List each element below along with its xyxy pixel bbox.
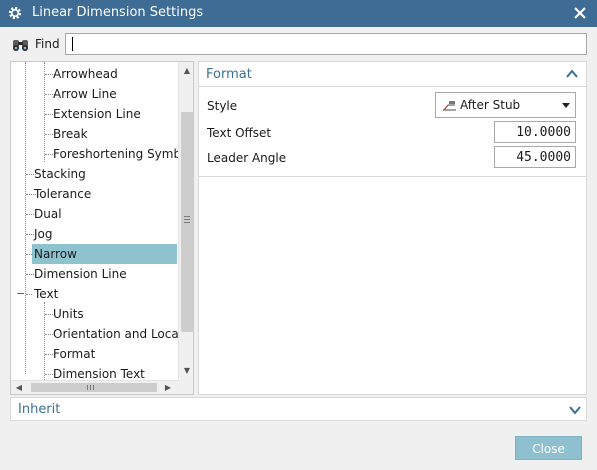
tree-item-extension-line[interactable]: Extension Line — [11, 104, 179, 124]
scroll-left-arrow-icon[interactable]: ◀ — [15, 384, 23, 392]
inherit-section-header[interactable]: Inherit — [10, 397, 587, 421]
format-section-title: Format — [206, 67, 252, 82]
tree-item-text[interactable]: − Text — [11, 284, 179, 304]
tree-item-tolerance[interactable]: Tolerance — [11, 184, 179, 204]
scrollbar-corner — [178, 380, 193, 394]
tree-item-jog[interactable]: Jog — [11, 224, 179, 244]
settings-tree[interactable]: Arrowhead Arrow Line Extension Line Brea… — [10, 61, 194, 395]
leader-angle-input[interactable] — [494, 146, 576, 168]
tree-horizontal-scrollbar[interactable]: ◀ ▶ — [11, 380, 178, 394]
tree-item-orientation-and-location[interactable]: Orientation and Location — [11, 324, 179, 344]
tree-item-arrow-line[interactable]: Arrow Line — [11, 84, 179, 104]
leader-angle-label: Leader Angle — [207, 151, 287, 165]
tree-item-narrow[interactable]: Narrow — [11, 244, 179, 264]
tree-vertical-scrollbar[interactable]: ▲ ▼ — [178, 62, 193, 380]
properties-panel: Format Style After Stub Text Offset Lead… — [198, 61, 587, 395]
dropdown-arrow-icon — [562, 103, 570, 108]
collapse-icon[interactable]: − — [16, 288, 25, 299]
scroll-down-arrow-icon[interactable]: ▼ — [183, 367, 191, 375]
find-label: Find — [35, 37, 60, 51]
format-section-body: Style After Stub Text Offset Leader Angl… — [199, 87, 586, 177]
close-button[interactable]: Close — [515, 436, 582, 460]
tree-item-dual[interactable]: Dual — [11, 204, 179, 224]
grip-icon — [87, 385, 88, 390]
tree-item-arrowhead[interactable]: Arrowhead — [11, 64, 179, 84]
text-offset-label: Text Offset — [207, 126, 272, 140]
scroll-right-arrow-icon[interactable]: ▶ — [164, 384, 172, 392]
tree-list: Arrowhead Arrow Line Extension Line Brea… — [11, 62, 179, 380]
format-section-header[interactable]: Format — [199, 62, 586, 87]
chevron-up-icon[interactable] — [566, 69, 578, 79]
grip-icon — [184, 216, 190, 217]
tree-item-dimension-line[interactable]: Dimension Line — [11, 264, 179, 284]
window-title: Linear Dimension Settings — [32, 5, 204, 20]
style-label: Style — [207, 99, 238, 113]
inherit-section-title: Inherit — [18, 402, 61, 417]
close-icon[interactable] — [572, 5, 588, 21]
tree-item-units[interactable]: Units — [11, 304, 179, 324]
tree-item-format[interactable]: Format — [11, 344, 179, 364]
text-offset-input[interactable] — [494, 121, 576, 143]
find-row: Find — [0, 27, 597, 61]
tree-item-dimension-text[interactable]: Dimension Text — [11, 364, 179, 380]
horizontal-scroll-thumb[interactable] — [31, 383, 157, 392]
tree-item-break[interactable]: Break — [11, 124, 179, 144]
chevron-down-icon[interactable] — [569, 405, 581, 415]
style-value: After Stub — [460, 98, 521, 112]
scroll-up-arrow-icon[interactable]: ▲ — [183, 67, 191, 75]
after-stub-icon — [443, 101, 456, 111]
binoculars-icon — [13, 40, 28, 51]
vertical-scroll-thumb[interactable] — [181, 112, 193, 332]
tree-item-foreshortening-symbol[interactable]: Foreshortening Symbol — [11, 144, 179, 164]
tree-item-stacking[interactable]: Stacking — [11, 164, 179, 184]
text-caret — [72, 37, 73, 51]
gear-icon[interactable] — [7, 5, 23, 21]
style-dropdown[interactable]: After Stub — [435, 92, 576, 118]
title-bar: Linear Dimension Settings — [0, 0, 597, 27]
find-input[interactable] — [65, 33, 587, 55]
